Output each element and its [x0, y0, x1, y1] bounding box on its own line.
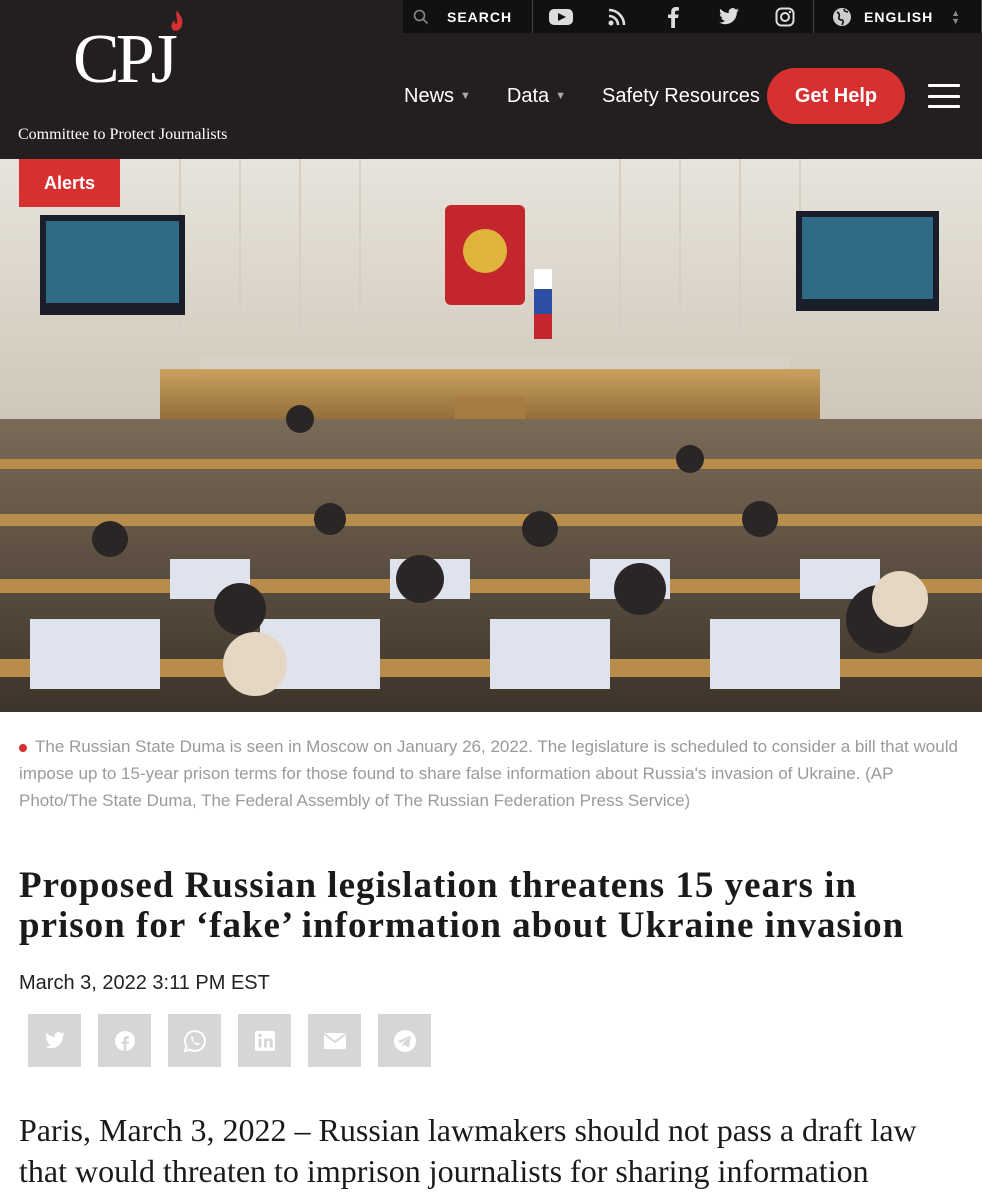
select-arrows-icon: ▲ ▼ [951, 7, 961, 26]
alerts-badge[interactable]: Alerts [19, 159, 120, 207]
cpj-logo[interactable]: CPJ Committee to Protect Journalists [18, 10, 248, 150]
share-email-button[interactable] [308, 1014, 361, 1067]
youtube-icon [549, 8, 573, 25]
facebook-link[interactable] [645, 0, 701, 33]
rss-icon [608, 8, 626, 25]
language-label: ENGLISH [864, 8, 934, 25]
share-twitter-button[interactable] [28, 1014, 81, 1067]
instagram-icon [775, 7, 795, 26]
facebook-icon [114, 1030, 135, 1051]
nav-item-label: Data [506, 84, 550, 107]
share-telegram-button[interactable] [378, 1014, 431, 1067]
share-whatsapp-button[interactable] [168, 1014, 221, 1067]
search-label: SEARCH [447, 8, 513, 25]
twitter-link[interactable] [701, 0, 757, 33]
social-links [533, 0, 814, 33]
parliament-chamber-illustration [0, 159, 982, 712]
instagram-link[interactable] [757, 0, 813, 33]
photo-caption: The Russian State Duma is seen in Moscow… [19, 733, 964, 814]
search-icon [413, 9, 429, 24]
language-selector[interactable]: ENGLISH ▲ ▼ [814, 0, 982, 33]
share-facebook-button[interactable] [98, 1014, 151, 1067]
linkedin-icon [254, 1030, 275, 1051]
twitter-icon [44, 1031, 65, 1048]
hamburger-line [928, 94, 960, 98]
menu-button[interactable] [928, 84, 960, 108]
caption-text: The Russian State Duma is seen in Moscow… [19, 737, 958, 810]
email-icon [323, 1032, 346, 1049]
logo-wordmark: CPJ [73, 21, 178, 98]
hamburger-line [928, 105, 960, 108]
hero-photo [0, 159, 982, 712]
facebook-icon [668, 6, 679, 28]
article-lede: Paris, March 3, 2022 – Russian lawmakers… [19, 1112, 917, 1189]
logo-tagline: Committee to Protect Journalists [18, 126, 228, 143]
main-nav: News ▼ Data ▼ Safety Resources ▼ [404, 68, 813, 124]
share-linkedin-button[interactable] [238, 1014, 291, 1067]
search-button[interactable]: SEARCH [403, 0, 533, 33]
nav-item-news[interactable]: News ▼ [404, 85, 471, 108]
nav-item-label: Safety Resources [602, 84, 760, 107]
utility-bar: SEARCH ENGLISH ▲ ▼ [403, 0, 982, 33]
nav-item-data[interactable]: Data ▼ [507, 85, 566, 108]
nav-item-label: News [404, 84, 455, 107]
bullet-dot-icon [19, 743, 27, 752]
get-help-button[interactable]: Get Help [767, 68, 905, 124]
twitter-icon [719, 7, 739, 24]
article-date: March 3, 2022 3:11 PM EST [19, 972, 270, 994]
globe-icon [833, 7, 851, 26]
rss-link[interactable] [589, 0, 645, 33]
whatsapp-icon [183, 1029, 206, 1052]
share-buttons [28, 1014, 431, 1067]
caret-down-icon: ▼ [555, 90, 567, 102]
nav-item-safety-resources[interactable]: Safety Resources ▼ [602, 85, 777, 108]
article-title: Proposed Russian legislation threatens 1… [19, 865, 905, 946]
telegram-icon [393, 1029, 416, 1052]
caret-down-icon: ▼ [460, 90, 471, 102]
flame-icon [171, 10, 183, 31]
youtube-link[interactable] [533, 0, 589, 33]
hamburger-line [928, 84, 960, 87]
site-header: SEARCH ENGLISH ▲ ▼ CPJ Committee to Prot… [0, 0, 982, 159]
